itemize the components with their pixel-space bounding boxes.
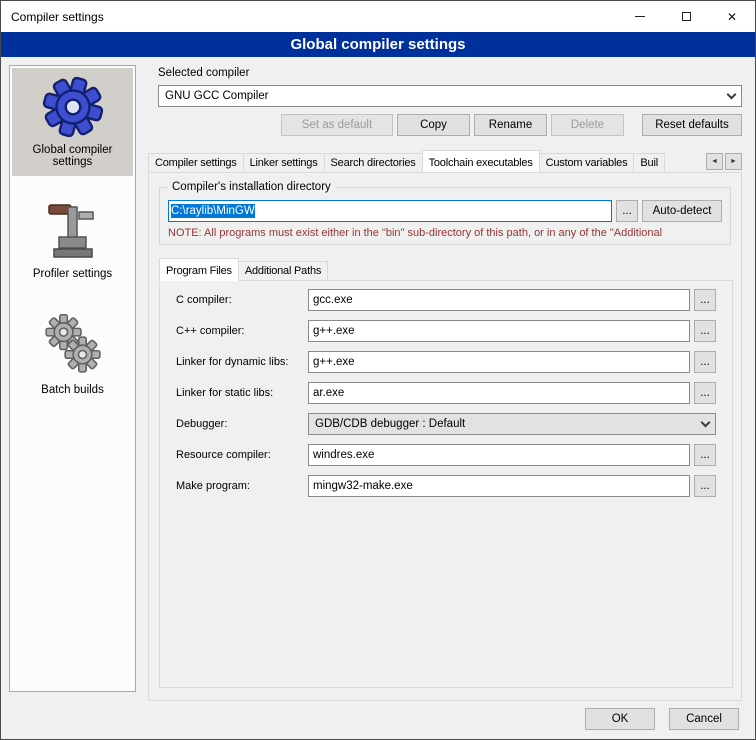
linker-static-value: ar.exe — [313, 387, 344, 399]
tab-linker-settings[interactable]: Linker settings — [243, 153, 325, 172]
sidebar-item-profiler-settings[interactable]: Profiler settings — [12, 192, 133, 288]
window-title: Compiler settings — [1, 10, 104, 24]
reset-defaults-button[interactable]: Reset defaults — [642, 114, 742, 136]
maximize-icon — [682, 12, 691, 21]
copy-button[interactable]: Copy — [397, 114, 470, 136]
tabs-clip: Compiler settings Linker settings Search… — [148, 149, 700, 172]
close-icon: ✕ — [727, 10, 737, 24]
dialog-footer: OK Cancel — [585, 708, 739, 730]
field-label-linker-static: Linker for static libs: — [176, 387, 308, 399]
chevron-down-icon — [701, 417, 711, 427]
window-controls: ✕ — [617, 1, 755, 32]
maximize-button[interactable] — [663, 1, 709, 32]
sidebar-item-global-compiler-settings[interactable]: Global compiler settings — [12, 68, 133, 176]
tab-toolchain-executables[interactable]: Toolchain executables — [422, 150, 540, 172]
rename-button[interactable]: Rename — [474, 114, 547, 136]
sidebar-item-batch-builds[interactable]: Batch builds — [12, 304, 133, 404]
tab-scroll-left-button[interactable]: ◄ — [706, 153, 723, 170]
c-compiler-input[interactable]: gcc.exe — [308, 289, 690, 311]
resource-compiler-value: windres.exe — [313, 449, 374, 461]
installation-directory-row: C:\raylib\MinGW ... Auto-detect — [168, 200, 722, 222]
group-title: Compiler's installation directory — [168, 180, 335, 195]
tab-scroll-right-button[interactable]: ► — [725, 153, 742, 170]
tab-compiler-settings[interactable]: Compiler settings — [148, 153, 244, 172]
close-button[interactable]: ✕ — [709, 1, 755, 32]
chevron-down-icon — [727, 89, 737, 99]
settings-category-sidebar: Global compiler settings Profiler settin… — [9, 65, 136, 692]
field-row-debugger: Debugger: GDB/CDB debugger : Default — [176, 413, 716, 435]
arrow-right-icon: ► — [730, 158, 737, 165]
minimize-icon — [635, 16, 645, 17]
minimize-button[interactable] — [617, 1, 663, 32]
browse-make-program-button[interactable]: ... — [694, 475, 716, 497]
program-files-panel: C compiler: gcc.exe ... C++ compiler: g+… — [159, 280, 733, 688]
field-row-cpp-compiler: C++ compiler: g++.exe ... — [176, 320, 716, 342]
gear-blue-icon — [42, 76, 104, 138]
browse-directory-button[interactable]: ... — [616, 200, 638, 222]
field-label-resource-compiler: Resource compiler: — [176, 449, 308, 461]
tab-build-options-clipped[interactable]: Buil — [633, 153, 665, 172]
field-row-c-compiler: C compiler: gcc.exe ... — [176, 289, 716, 311]
program-tabstrip: Program Files Additional Paths — [159, 257, 733, 280]
titlebar[interactable]: Compiler settings ✕ — [1, 1, 755, 32]
tab-program-files[interactable]: Program Files — [159, 258, 239, 281]
browse-linker-dynamic-button[interactable]: ... — [694, 351, 716, 373]
selected-compiler-label: Selected compiler — [158, 67, 742, 79]
page-title: Global compiler settings — [1, 32, 755, 57]
compiler-settings-window: Compiler settings ✕ Global compiler sett… — [0, 0, 756, 740]
make-program-value: mingw32-make.exe — [313, 480, 413, 492]
sidebar-item-label: Global compiler settings — [14, 144, 131, 168]
c-compiler-value: gcc.exe — [313, 294, 353, 306]
linker-dynamic-value: g++.exe — [313, 356, 355, 368]
field-label-linker-dynamic: Linker for dynamic libs: — [176, 356, 308, 368]
field-row-linker-static: Linker for static libs: ar.exe ... — [176, 382, 716, 404]
browse-c-compiler-button[interactable]: ... — [694, 289, 716, 311]
browse-cpp-compiler-button[interactable]: ... — [694, 320, 716, 342]
sidebar-item-label: Batch builds — [41, 384, 104, 396]
cpp-compiler-value: g++.exe — [313, 325, 355, 337]
selected-compiler-value: GNU GCC Compiler — [165, 90, 269, 102]
cpp-compiler-input[interactable]: g++.exe — [308, 320, 690, 342]
resource-compiler-input[interactable]: windres.exe — [308, 444, 690, 466]
make-program-input[interactable]: mingw32-make.exe — [308, 475, 690, 497]
compiler-toolbar: Set as default Copy Rename Delete Reset … — [158, 114, 742, 136]
tab-additional-paths[interactable]: Additional Paths — [238, 261, 328, 280]
field-row-linker-dynamic: Linker for dynamic libs: g++.exe ... — [176, 351, 716, 373]
tab-scroll-buttons: ◄ ► — [706, 153, 742, 170]
settings-tabstrip: Compiler settings Linker settings Search… — [148, 149, 742, 172]
field-label-debugger: Debugger: — [176, 418, 308, 430]
browse-linker-static-button[interactable]: ... — [694, 382, 716, 404]
cancel-button[interactable]: Cancel — [669, 708, 739, 730]
note-text: NOTE: All programs must exist either in … — [168, 227, 722, 239]
field-label-make-program: Make program: — [176, 480, 308, 492]
linker-dynamic-input[interactable]: g++.exe — [308, 351, 690, 373]
browse-resource-compiler-button[interactable]: ... — [694, 444, 716, 466]
path-selected-text: C:\raylib\MinGW — [171, 204, 255, 218]
installation-directory-input[interactable]: C:\raylib\MinGW — [168, 200, 612, 222]
field-row-resource-compiler: Resource compiler: windres.exe ... — [176, 444, 716, 466]
field-row-make-program: Make program: mingw32-make.exe ... — [176, 475, 716, 497]
debugger-value: GDB/CDB debugger : Default — [315, 418, 465, 430]
field-label-cpp-compiler: C++ compiler: — [176, 325, 308, 337]
tab-custom-variables[interactable]: Custom variables — [539, 153, 635, 172]
arrow-left-icon: ◄ — [711, 158, 718, 165]
linker-static-input[interactable]: ar.exe — [308, 382, 690, 404]
set-as-default-button[interactable]: Set as default — [281, 114, 393, 136]
sidebar-item-label: Profiler settings — [33, 268, 112, 280]
auto-detect-button[interactable]: Auto-detect — [642, 200, 722, 222]
debugger-dropdown[interactable]: GDB/CDB debugger : Default — [308, 413, 716, 435]
profiler-tool-icon — [45, 200, 101, 262]
toolchain-executables-panel: Compiler's installation directory C:\ray… — [148, 172, 742, 701]
tab-search-directories[interactable]: Search directories — [324, 153, 423, 172]
installation-directory-group: Compiler's installation directory C:\ray… — [159, 187, 731, 245]
main-panel: Selected compiler GNU GCC Compiler Set a… — [146, 57, 742, 707]
ok-button[interactable]: OK — [585, 708, 655, 730]
selected-compiler-dropdown[interactable]: GNU GCC Compiler — [158, 85, 742, 107]
delete-button[interactable]: Delete — [551, 114, 624, 136]
gears-gray-icon — [42, 312, 104, 378]
field-label-c-compiler: C compiler: — [176, 294, 308, 306]
